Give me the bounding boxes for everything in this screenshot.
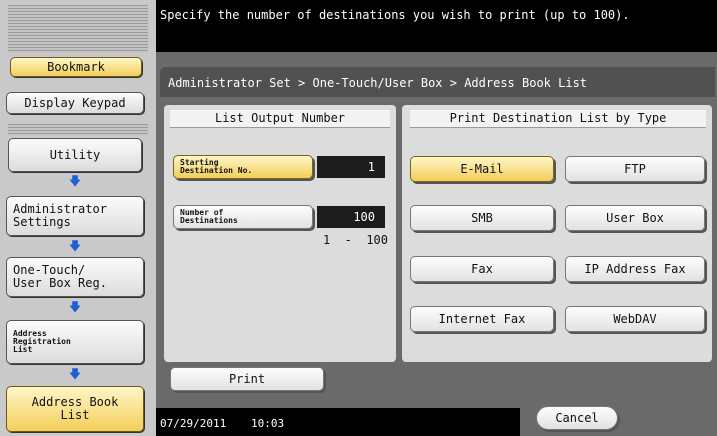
number-of-destinations-button[interactable]: Number of Destinations — [173, 205, 313, 229]
starting-destination-button[interactable]: Starting Destination No. — [173, 155, 313, 179]
destination-range: 1 - 100 — [322, 233, 388, 247]
sidebar-stripe — [8, 124, 148, 136]
down-arrow-icon: 🡇 — [68, 300, 82, 314]
date-display: 07/29/2011 — [160, 417, 227, 430]
user-box-button[interactable]: User Box — [565, 205, 705, 231]
print-by-type-header: Print Destination List by Type — [410, 110, 706, 128]
sidebar-item-address-book-list[interactable]: Address Book List — [6, 386, 144, 432]
sidebar-header-stripe — [8, 5, 148, 53]
bookmark-button[interactable]: Bookmark — [10, 57, 142, 77]
webdav-button[interactable]: WebDAV — [565, 306, 705, 332]
sidebar-item-administrator-settings[interactable]: Administrator Settings — [6, 196, 144, 236]
sidebar-item-one-touch-user-box[interactable]: One-Touch/ User Box Reg. — [6, 257, 144, 297]
ip-address-fax-button[interactable]: IP Address Fax — [565, 256, 705, 282]
number-of-destinations-value: 100 — [317, 206, 385, 228]
sidebar-item-utility[interactable]: Utility — [8, 138, 142, 172]
top-message: Specify the number of destinations you w… — [156, 0, 717, 52]
down-arrow-icon: 🡇 — [68, 174, 82, 188]
cancel-button[interactable]: Cancel — [536, 406, 618, 430]
sidebar-item-address-registration-list[interactable]: Address Registration List — [6, 320, 144, 364]
display-keypad-button[interactable]: Display Keypad — [6, 92, 144, 114]
print-button[interactable]: Print — [170, 367, 324, 391]
internet-fax-button[interactable]: Internet Fax — [410, 306, 554, 332]
ftp-button[interactable]: FTP — [565, 156, 705, 182]
time-display: 10:03 — [251, 417, 285, 430]
smb-button[interactable]: SMB — [410, 205, 554, 231]
down-arrow-icon: 🡇 — [68, 239, 82, 253]
fax-button[interactable]: Fax — [410, 256, 554, 282]
down-arrow-icon: 🡇 — [68, 367, 82, 381]
breadcrumb: Administrator Set > One-Touch/User Box >… — [160, 67, 715, 97]
starting-destination-value: 1 — [317, 156, 385, 178]
email-button[interactable]: E-Mail — [410, 156, 554, 182]
list-output-header: List Output Number — [170, 110, 390, 128]
